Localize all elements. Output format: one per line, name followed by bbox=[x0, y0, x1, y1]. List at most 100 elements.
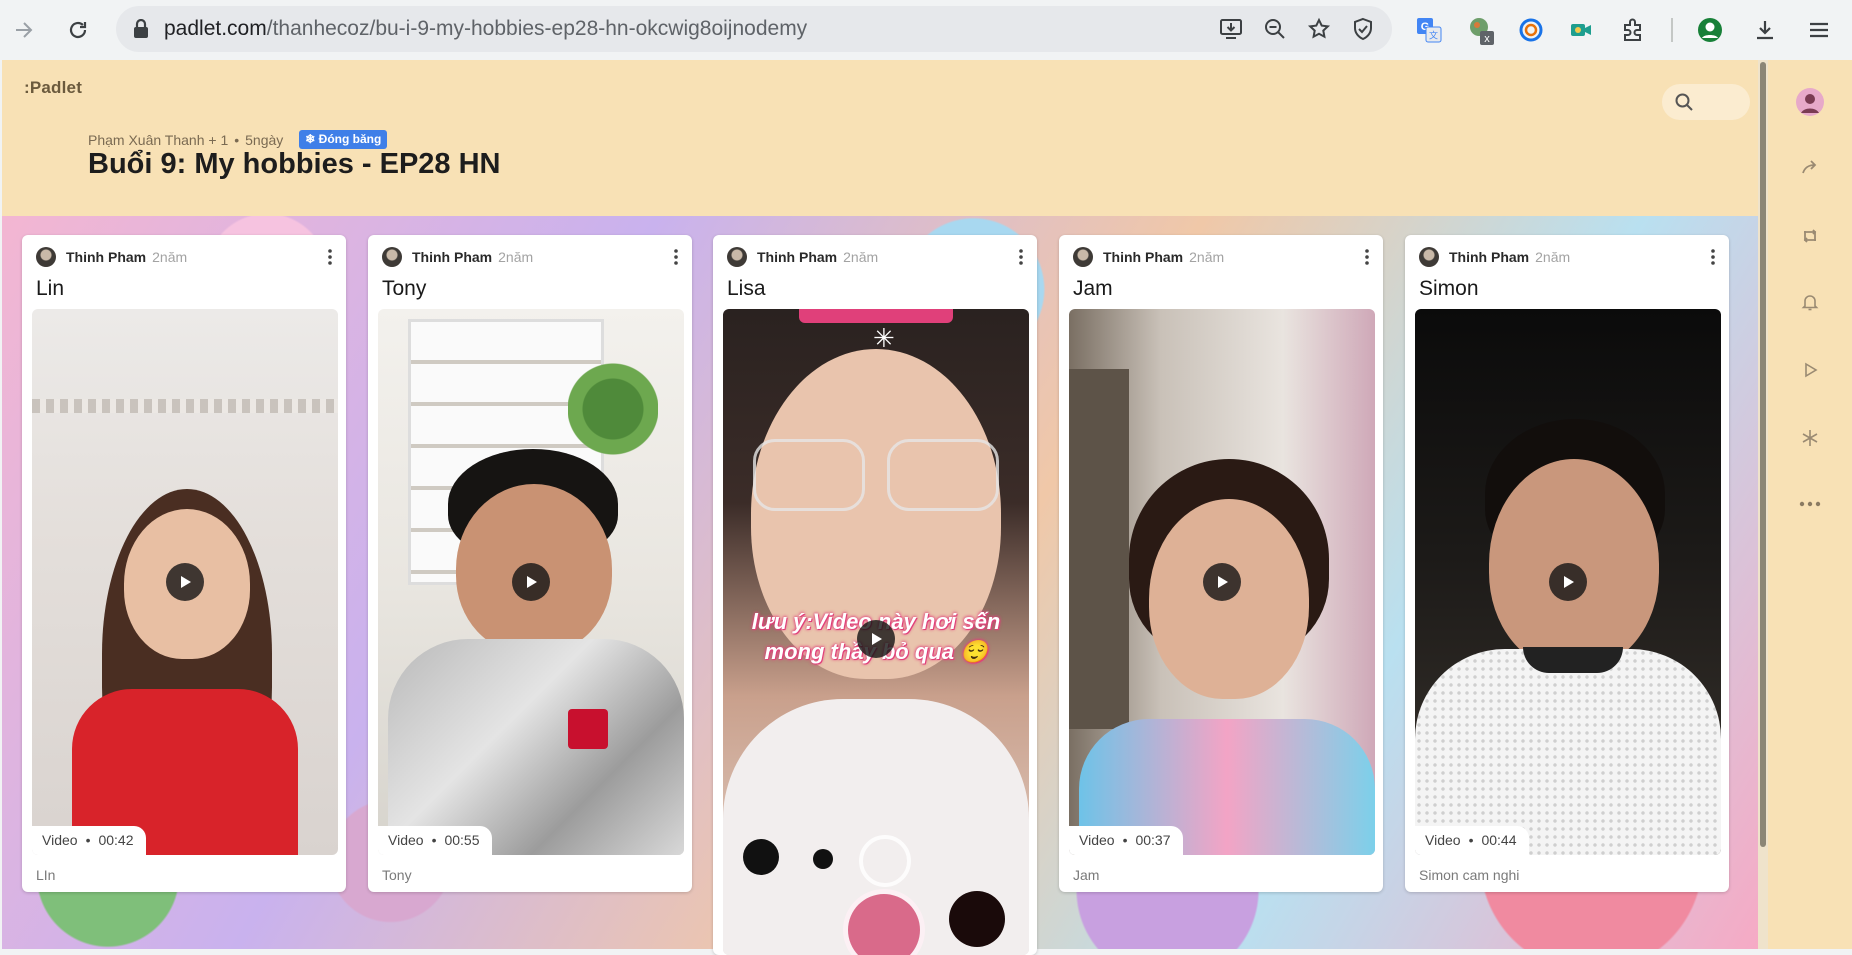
effect-thumb bbox=[949, 891, 1005, 947]
toolbar-divider bbox=[1671, 18, 1673, 42]
install-app-icon[interactable] bbox=[1216, 14, 1246, 44]
play-icon bbox=[527, 576, 537, 588]
post-menu-icon[interactable] bbox=[1013, 247, 1029, 267]
video-duration: 00:37 bbox=[1135, 832, 1171, 848]
post-caption: Tony bbox=[382, 867, 412, 883]
board-authors[interactable]: Phạm Xuân Thanh + 1 bbox=[88, 132, 228, 148]
play-button[interactable] bbox=[166, 563, 204, 601]
post-author: Thinh Pham bbox=[412, 249, 493, 265]
video-dot: • bbox=[1468, 832, 1474, 848]
post-title: Simon bbox=[1419, 277, 1479, 300]
post-caption: Jam bbox=[1073, 867, 1100, 883]
bell-icon[interactable] bbox=[1790, 282, 1830, 322]
video-thumbnail[interactable]: Video • 00:44 bbox=[1415, 309, 1721, 855]
download-icon[interactable] bbox=[1748, 13, 1782, 47]
right-action-rail bbox=[1768, 60, 1852, 949]
play-icon bbox=[181, 576, 191, 588]
play-icon bbox=[1564, 576, 1574, 588]
svg-text:x: x bbox=[1484, 33, 1490, 45]
video-thumbnail[interactable]: Video • 00:37 bbox=[1069, 309, 1375, 855]
camera-extension-icon[interactable] bbox=[1564, 13, 1598, 47]
plant bbox=[568, 349, 658, 469]
video-info-tag: Video • 00:55 bbox=[378, 826, 492, 855]
polo-shirt bbox=[1415, 649, 1721, 855]
google-translate-icon[interactable]: G文 bbox=[1412, 13, 1446, 47]
play-button[interactable] bbox=[1203, 563, 1241, 601]
more-options-icon[interactable] bbox=[1790, 484, 1830, 524]
filter-thumb bbox=[743, 839, 779, 875]
post-age: 2năm bbox=[843, 249, 879, 265]
play-icon bbox=[1218, 576, 1228, 588]
post-age: 2năm bbox=[1535, 249, 1571, 265]
glasses-left bbox=[753, 439, 865, 511]
post-title: Lin bbox=[36, 277, 65, 300]
video-thumbnail[interactable]: Video • 00:55 bbox=[378, 309, 684, 855]
post-card[interactable]: Thinh Pham 2năm Simon Video • 00:44 Simo… bbox=[1405, 235, 1729, 892]
post-age: 2năm bbox=[1189, 249, 1225, 265]
wall-tile-border bbox=[32, 399, 338, 413]
video-label: Video bbox=[1079, 832, 1115, 848]
share-icon[interactable] bbox=[1790, 148, 1830, 188]
post-card[interactable]: Thinh Pham 2năm Lin Video • 00:42 LIn bbox=[22, 235, 346, 892]
video-duration: 00:44 bbox=[1481, 832, 1517, 848]
play-button[interactable] bbox=[857, 620, 895, 658]
video-label: Video bbox=[42, 832, 78, 848]
author-avatar bbox=[382, 247, 402, 267]
author-avatar bbox=[36, 247, 56, 267]
filter-dot bbox=[813, 849, 833, 869]
lock-icon[interactable] bbox=[128, 19, 154, 39]
frozen-badge[interactable]: ❄ Đóng băng bbox=[299, 130, 388, 149]
play-button[interactable] bbox=[1549, 563, 1587, 601]
meta-separator: • bbox=[234, 131, 240, 148]
menu-hamburger-icon[interactable] bbox=[1802, 13, 1836, 47]
slideshow-play-icon[interactable] bbox=[1790, 350, 1830, 390]
post-title: Jam bbox=[1073, 277, 1113, 300]
url-text[interactable]: padlet.com/thanhecoz/bu-i-9-my-hobbies-e… bbox=[164, 17, 807, 41]
post-menu-icon[interactable] bbox=[668, 247, 684, 267]
shield-extension-icon[interactable] bbox=[1348, 14, 1378, 44]
board-age: 5ngày bbox=[245, 131, 284, 148]
video-thumbnail[interactable]: lưu ý:Video này hơi sến mong thầy bỏ qua… bbox=[723, 309, 1029, 955]
extensions-puzzle-icon[interactable] bbox=[1616, 13, 1650, 47]
post-author: Thinh Pham bbox=[757, 249, 838, 265]
scrollbar-thumb[interactable] bbox=[1760, 62, 1766, 847]
forward-button[interactable] bbox=[8, 14, 40, 46]
post-caption: LIn bbox=[36, 867, 56, 883]
frozen-snowflake-icon[interactable] bbox=[1790, 418, 1830, 458]
post-menu-icon[interactable] bbox=[1359, 247, 1375, 267]
search-icon bbox=[1674, 92, 1694, 117]
play-button[interactable] bbox=[512, 563, 550, 601]
ring-extension-icon[interactable] bbox=[1514, 13, 1548, 47]
zoom-out-icon[interactable] bbox=[1260, 14, 1290, 44]
svg-text:文: 文 bbox=[1429, 30, 1438, 41]
post-menu-icon[interactable] bbox=[322, 247, 338, 267]
reload-icon bbox=[69, 21, 87, 39]
remake-icon[interactable] bbox=[1790, 216, 1830, 256]
post-caption: Simon cam nghi bbox=[1419, 867, 1520, 883]
post-card[interactable]: Thinh Pham 2năm Jam Video • 00:37 Jam bbox=[1059, 235, 1383, 892]
post-card[interactable]: Thinh Pham 2năm Lisa lưu ý:Video này hơi… bbox=[713, 235, 1037, 955]
padlet-logo[interactable]: :Padlet bbox=[24, 78, 82, 98]
glasses-right bbox=[887, 439, 999, 511]
video-thumbnail[interactable]: Video • 00:42 bbox=[32, 309, 338, 855]
post-card[interactable]: Thinh Pham 2năm Tony Video • 00:55 Tony bbox=[368, 235, 692, 892]
video-label: Video bbox=[388, 832, 424, 848]
bookmark-star-icon[interactable] bbox=[1304, 14, 1334, 44]
club-crest bbox=[568, 709, 608, 749]
reload-button[interactable] bbox=[62, 14, 94, 46]
video-duration: 00:55 bbox=[444, 832, 480, 848]
globe-extension-icon[interactable]: x bbox=[1464, 13, 1498, 47]
address-bar[interactable]: padlet.com/thanhecoz/bu-i-9-my-hobbies-e… bbox=[116, 6, 1392, 52]
video-info-tag: Video • 00:44 bbox=[1415, 826, 1529, 855]
video-dot: • bbox=[1122, 832, 1128, 848]
forward-arrow-icon bbox=[16, 22, 33, 38]
board-scrollbar[interactable] bbox=[1758, 60, 1768, 949]
post-menu-icon[interactable] bbox=[1705, 247, 1721, 267]
dark-door bbox=[1069, 369, 1129, 729]
board-title: Buổi 9: My hobbies - EP28 HN bbox=[88, 148, 501, 180]
user-avatar[interactable] bbox=[1790, 82, 1830, 122]
profile-avatar-icon[interactable] bbox=[1693, 13, 1727, 47]
post-age: 2năm bbox=[498, 249, 534, 265]
search-button[interactable] bbox=[1662, 84, 1750, 120]
url-domain: padlet.com bbox=[164, 17, 267, 40]
